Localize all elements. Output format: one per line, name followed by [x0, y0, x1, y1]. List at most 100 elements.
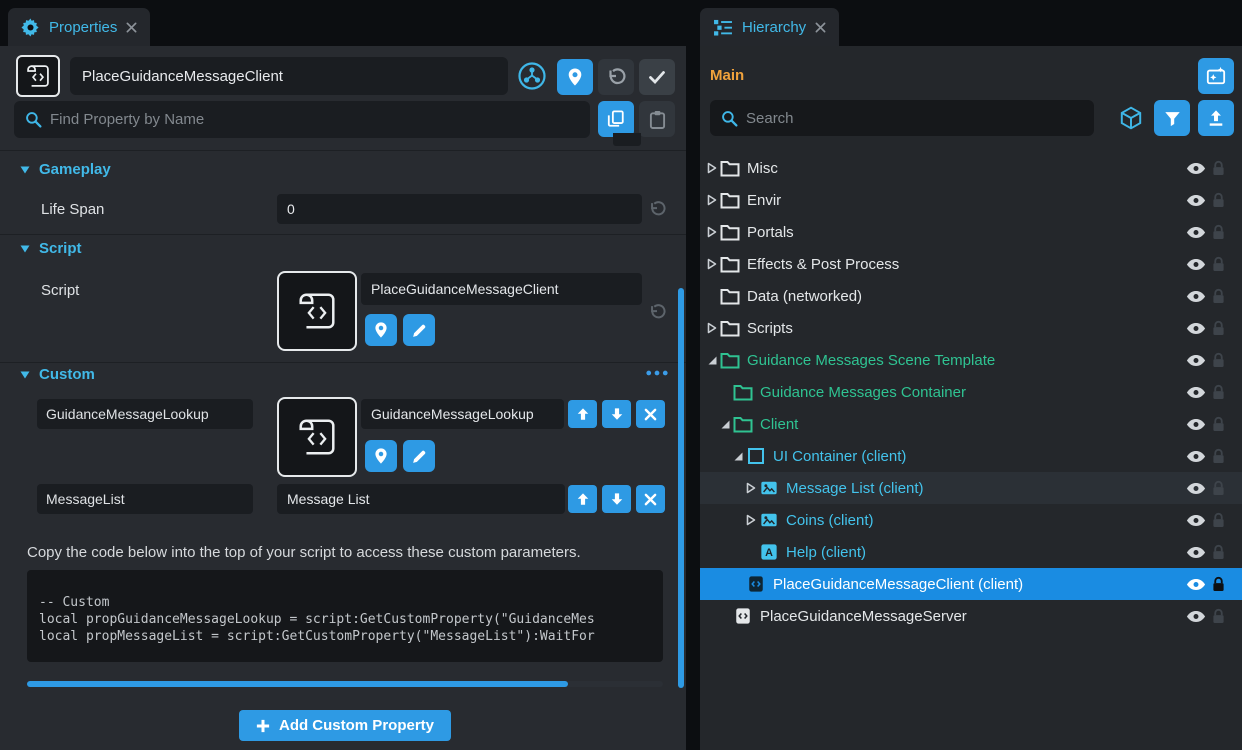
lock-icon[interactable]	[1212, 192, 1225, 209]
expand-arrow-icon[interactable]	[743, 514, 759, 526]
visibility-eye-icon[interactable]	[1186, 514, 1206, 527]
expand-arrow-icon[interactable]	[743, 482, 759, 494]
tree-row-envir[interactable]: Envir	[700, 184, 1242, 216]
custom-property-name-input[interactable]	[37, 399, 253, 429]
tree-row-client[interactable]: Client	[700, 408, 1242, 440]
add-custom-property-button[interactable]: Add Custom Property	[239, 710, 451, 741]
edit-asset-button[interactable]	[403, 440, 435, 472]
lock-icon[interactable]	[1212, 160, 1225, 177]
close-icon[interactable]	[815, 22, 826, 33]
tree-row-message-list-client[interactable]: Message List (client)	[700, 472, 1242, 504]
tree-row-portals[interactable]: Portals	[700, 216, 1242, 248]
visibility-eye-icon[interactable]	[1186, 322, 1206, 335]
tree-row-effects-post-process[interactable]: Effects & Post Process	[700, 248, 1242, 280]
folder-icon	[720, 319, 740, 337]
lock-icon[interactable]	[1212, 224, 1225, 241]
copy-properties-button[interactable]	[598, 101, 634, 137]
section-gameplay-header[interactable]: Gameplay	[20, 161, 111, 178]
tree-row-coins-client[interactable]: Coins (client)	[700, 504, 1242, 536]
lock-icon[interactable]	[1212, 288, 1225, 305]
visibility-eye-icon[interactable]	[1186, 194, 1206, 207]
lock-icon[interactable]	[1212, 608, 1225, 625]
custom-property-value[interactable]: Message List	[277, 484, 565, 514]
lock-icon[interactable]	[1212, 448, 1225, 465]
edit-script-button[interactable]	[403, 314, 435, 346]
tree-row-placeguidancemessageclient-client[interactable]: PlaceGuidanceMessageClient (client)	[700, 568, 1242, 600]
undo-button[interactable]	[598, 59, 634, 95]
property-search-input[interactable]	[14, 101, 590, 138]
visibility-eye-icon[interactable]	[1186, 354, 1206, 367]
move-up-button[interactable]	[568, 485, 597, 513]
tree-row-scripts[interactable]: Scripts	[700, 312, 1242, 344]
scene-selector[interactable]: Main	[710, 67, 744, 84]
lock-icon[interactable]	[1212, 480, 1225, 497]
visibility-eye-icon[interactable]	[1186, 578, 1206, 591]
create-template-button[interactable]	[1198, 58, 1234, 94]
tree-row-help-client[interactable]: AHelp (client)	[700, 536, 1242, 568]
filter-button[interactable]	[1154, 100, 1190, 136]
collapse-arrow-icon[interactable]	[717, 419, 733, 430]
object-name-input[interactable]	[70, 57, 508, 95]
expand-arrow-icon[interactable]	[704, 322, 720, 334]
collapse-arrow-icon[interactable]	[704, 355, 720, 366]
expand-arrow-icon[interactable]	[704, 162, 720, 174]
custom-asset-slot[interactable]	[277, 397, 357, 477]
custom-property-name-input[interactable]	[37, 484, 253, 514]
close-icon[interactable]	[126, 22, 137, 33]
life-span-input[interactable]	[277, 194, 642, 224]
visibility-eye-icon[interactable]	[1186, 162, 1206, 175]
visibility-eye-icon[interactable]	[1186, 386, 1206, 399]
move-down-button[interactable]	[602, 485, 631, 513]
reset-icon[interactable]	[648, 200, 666, 218]
lock-icon[interactable]	[1212, 352, 1225, 369]
lock-icon[interactable]	[1212, 256, 1225, 273]
expand-arrow-icon[interactable]	[704, 194, 720, 206]
lock-icon[interactable]	[1212, 544, 1225, 561]
tree-row-guidance-messages-scene-template[interactable]: Guidance Messages Scene Template	[700, 344, 1242, 376]
export-button[interactable]	[1198, 100, 1234, 136]
find-asset-button[interactable]	[365, 440, 397, 472]
lock-icon[interactable]	[1212, 576, 1225, 593]
tree-row-placeguidancemessageserver[interactable]: PlaceGuidanceMessageServer	[700, 600, 1242, 632]
visibility-eye-icon[interactable]	[1186, 226, 1206, 239]
tree-row-ui-container-client[interactable]: UI Container (client)	[700, 440, 1242, 472]
more-options-icon[interactable]	[646, 370, 668, 376]
expand-arrow-icon[interactable]	[704, 258, 720, 270]
delete-property-button[interactable]	[636, 485, 665, 513]
visibility-eye-icon[interactable]	[1186, 450, 1206, 463]
confirm-button[interactable]	[639, 59, 675, 95]
find-asset-button[interactable]	[557, 59, 593, 95]
cube-icon[interactable]	[1118, 105, 1144, 131]
section-custom-header[interactable]: Custom	[20, 366, 95, 383]
visibility-eye-icon[interactable]	[1186, 418, 1206, 431]
tree-row-data-networked[interactable]: Data (networked)	[700, 280, 1242, 312]
tree-row-guidance-messages-container[interactable]: Guidance Messages Container	[700, 376, 1242, 408]
tree-row-misc[interactable]: Misc	[700, 152, 1242, 184]
section-script-header[interactable]: Script	[20, 240, 82, 257]
vertical-scrollbar[interactable]	[678, 288, 684, 688]
tab-hierarchy[interactable]: Hierarchy	[700, 8, 839, 46]
lock-icon[interactable]	[1212, 384, 1225, 401]
expand-arrow-icon[interactable]	[704, 226, 720, 238]
collapse-arrow-icon[interactable]	[730, 451, 746, 462]
move-down-button[interactable]	[602, 400, 631, 428]
visibility-eye-icon[interactable]	[1186, 482, 1206, 495]
tab-properties[interactable]: Properties	[8, 8, 150, 46]
code-snippet[interactable]: -- Custom local propGuidanceMessageLooku…	[27, 570, 663, 662]
visibility-eye-icon[interactable]	[1186, 290, 1206, 303]
script-asset-slot[interactable]	[277, 271, 357, 351]
delete-property-button[interactable]	[636, 400, 665, 428]
visibility-eye-icon[interactable]	[1186, 546, 1206, 559]
paste-properties-button[interactable]	[639, 101, 675, 137]
lock-icon[interactable]	[1212, 512, 1225, 529]
visibility-eye-icon[interactable]	[1186, 258, 1206, 271]
lock-icon[interactable]	[1212, 320, 1225, 337]
horizontal-scrollbar[interactable]	[27, 681, 568, 687]
reset-icon[interactable]	[648, 303, 666, 321]
folder-icon	[720, 287, 740, 305]
move-up-button[interactable]	[568, 400, 597, 428]
visibility-eye-icon[interactable]	[1186, 610, 1206, 623]
hierarchy-search-input[interactable]	[710, 100, 1094, 136]
find-script-button[interactable]	[365, 314, 397, 346]
lock-icon[interactable]	[1212, 416, 1225, 433]
